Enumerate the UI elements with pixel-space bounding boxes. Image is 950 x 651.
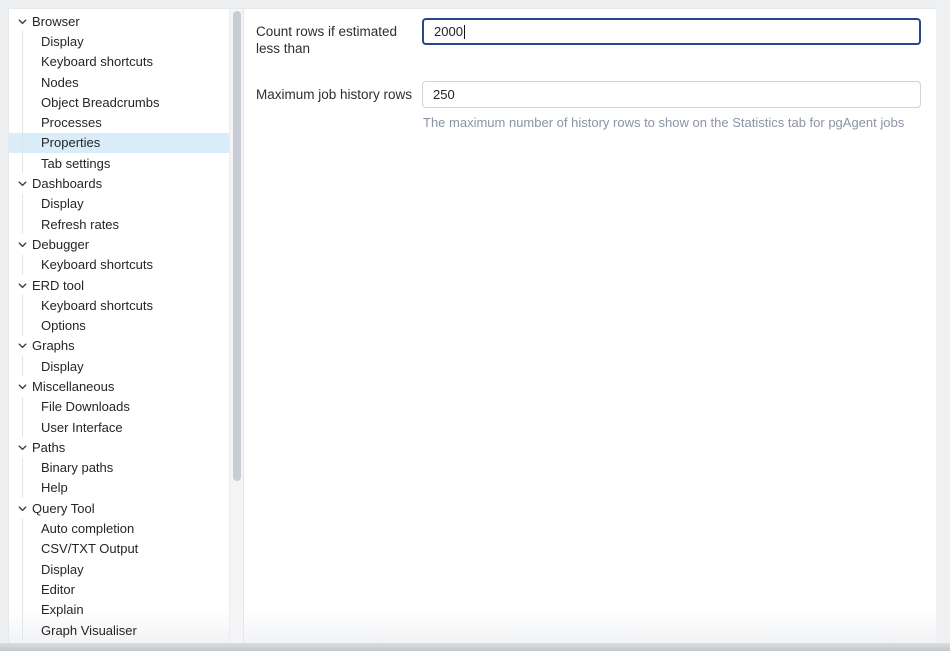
sidebar-item-label: Display	[41, 196, 84, 211]
sidebar-item-label: CSV/TXT Output	[41, 541, 138, 556]
sidebar-item-label: Explain	[41, 602, 84, 617]
sidebar-scrollbar-thumb[interactable]	[233, 11, 241, 481]
sidebar-item-label: Graph Visualiser	[41, 623, 137, 638]
sidebar-item-user-interface[interactable]: User Interface	[9, 417, 229, 437]
sidebar-item-label: Tab settings	[41, 156, 110, 171]
text-input[interactable]: 250	[422, 81, 921, 108]
sidebar-item-label: Debugger	[32, 237, 89, 252]
sidebar-item-keyboard-shortcuts[interactable]: Keyboard shortcuts	[9, 52, 229, 72]
sidebar-item-properties[interactable]: Properties	[9, 133, 229, 153]
sidebar-item-label: User Interface	[41, 420, 123, 435]
sidebar-item-editor[interactable]: Editor	[9, 579, 229, 599]
sidebar-item-graphs[interactable]: Graphs	[9, 336, 229, 356]
sidebar-item-label: Display	[41, 34, 84, 49]
sidebar-item-display[interactable]: Display	[9, 356, 229, 376]
sidebar-item-options[interactable]: Options	[9, 315, 229, 335]
sidebar-item-label: Properties	[41, 135, 100, 150]
sidebar-item-label: ERD tool	[32, 278, 84, 293]
preferences-form: Count rows if estimated less than 2000 Max…	[256, 18, 936, 131]
sidebar-item-miscellaneous[interactable]: Miscellaneous	[9, 376, 229, 396]
sidebar-item-label: Binary paths	[41, 460, 113, 475]
preferences-tree: Browser Display Keyboard shortcuts Nodes Obj…	[9, 11, 229, 643]
field-label: Count rows if estimated less than	[256, 18, 422, 57]
sidebar-item-nodes[interactable]: Nodes	[9, 72, 229, 92]
chevron-down-icon[interactable]	[15, 379, 29, 393]
sidebar-item-label: Refresh rates	[41, 217, 119, 232]
sidebar-item-label: Options	[41, 318, 86, 333]
sidebar-item-label: Paths	[32, 440, 65, 455]
sidebar-item-label: Keyboard shortcuts	[41, 54, 153, 69]
preferences-form-panel: Count rows if estimated less than 2000 Max…	[244, 9, 936, 643]
sidebar-item-debugger[interactable]: Debugger	[9, 234, 229, 254]
sidebar-item-label: File Downloads	[41, 399, 130, 414]
sidebar-item-label: Keyboard shortcuts	[41, 257, 153, 272]
sidebar-item-label: Query Tool	[32, 501, 95, 516]
sidebar-item-csv-txt-output[interactable]: CSV/TXT Output	[9, 539, 229, 559]
sidebar-item-display[interactable]: Display	[9, 194, 229, 214]
sidebar-item-label: Browser	[32, 14, 80, 29]
preferences-body: Browser Display Keyboard shortcuts Nodes Obj…	[8, 8, 936, 643]
form-field-row: Count rows if estimated less than 2000	[256, 18, 936, 57]
sidebar-item-processes[interactable]: Processes	[9, 112, 229, 132]
sidebar-item-paths[interactable]: Paths	[9, 437, 229, 457]
dialog-bottom-edge	[0, 643, 950, 651]
sidebar-scrollbar-track[interactable]	[229, 9, 243, 643]
content-right-gutter	[936, 0, 950, 643]
sidebar-item-label: Nodes	[41, 75, 79, 90]
sidebar-item-label: Help	[41, 480, 68, 495]
form-field-row: Maximum job history rows 250 The maximum n…	[256, 81, 936, 131]
field-help-text: The maximum number of history rows to sh…	[422, 115, 921, 131]
sidebar-item-display[interactable]: Display	[9, 31, 229, 51]
sidebar-item-keyboard-shortcuts[interactable]: Keyboard shortcuts	[9, 295, 229, 315]
sidebar-item-auto-completion[interactable]: Auto completion	[9, 518, 229, 538]
sidebar-item-file-downloads[interactable]: File Downloads	[9, 397, 229, 417]
chevron-down-icon[interactable]	[15, 278, 29, 292]
text-input[interactable]: 2000	[422, 18, 921, 45]
chevron-down-icon[interactable]	[15, 237, 29, 251]
sidebar-item-label: Display	[41, 562, 84, 577]
field-label: Maximum job history rows	[256, 81, 422, 103]
sidebar-item-graph-visualiser[interactable]: Graph Visualiser	[9, 620, 229, 640]
sidebar-item-keyboard-shortcuts[interactable]: Keyboard shortcuts	[9, 255, 229, 275]
sidebar-item-dashboards[interactable]: Dashboards	[9, 173, 229, 193]
input-value: 2000	[434, 24, 463, 39]
sidebar-item-label: Miscellaneous	[32, 379, 114, 394]
sidebar-item-erd-tool[interactable]: ERD tool	[9, 275, 229, 295]
sidebar-item-label: Graphs	[32, 338, 75, 353]
sidebar-item-label: Auto completion	[41, 521, 134, 536]
sidebar-item-refresh-rates[interactable]: Refresh rates	[9, 214, 229, 234]
field-input-area: 2000	[422, 18, 921, 45]
sidebar-item-label: Object Breadcrumbs	[41, 95, 160, 110]
text-caret	[464, 25, 465, 39]
sidebar-item-label: Dashboards	[32, 176, 102, 191]
preferences-dialog: { "sidebar": { "items": [ {"label": "Bro…	[0, 0, 950, 651]
chevron-down-icon[interactable]	[15, 339, 29, 353]
sidebar-item-label: Display	[41, 359, 84, 374]
sidebar-item-query-tool[interactable]: Query Tool	[9, 498, 229, 518]
sidebar-item-tab-settings[interactable]: Tab settings	[9, 153, 229, 173]
sidebar-item-label: Processes	[41, 115, 102, 130]
sidebar-item-explain[interactable]: Explain	[9, 600, 229, 620]
chevron-down-icon[interactable]	[15, 440, 29, 454]
sidebar-item-help[interactable]: Help	[9, 478, 229, 498]
chevron-down-icon[interactable]	[15, 14, 29, 28]
sidebar-item-object-breadcrumbs[interactable]: Object Breadcrumbs	[9, 92, 229, 112]
chevron-down-icon[interactable]	[15, 501, 29, 515]
preferences-sidebar: Browser Display Keyboard shortcuts Nodes Obj…	[9, 9, 244, 643]
sidebar-item-display[interactable]: Display	[9, 559, 229, 579]
chevron-down-icon[interactable]	[15, 177, 29, 191]
input-value: 250	[433, 87, 455, 102]
sidebar-item-label: Keyboard shortcuts	[41, 298, 153, 313]
sidebar-item-browser[interactable]: Browser	[9, 11, 229, 31]
sidebar-item-label: Editor	[41, 582, 75, 597]
field-input-area: 250 The maximum number of history rows to…	[422, 81, 921, 131]
sidebar-item-binary-paths[interactable]: Binary paths	[9, 458, 229, 478]
